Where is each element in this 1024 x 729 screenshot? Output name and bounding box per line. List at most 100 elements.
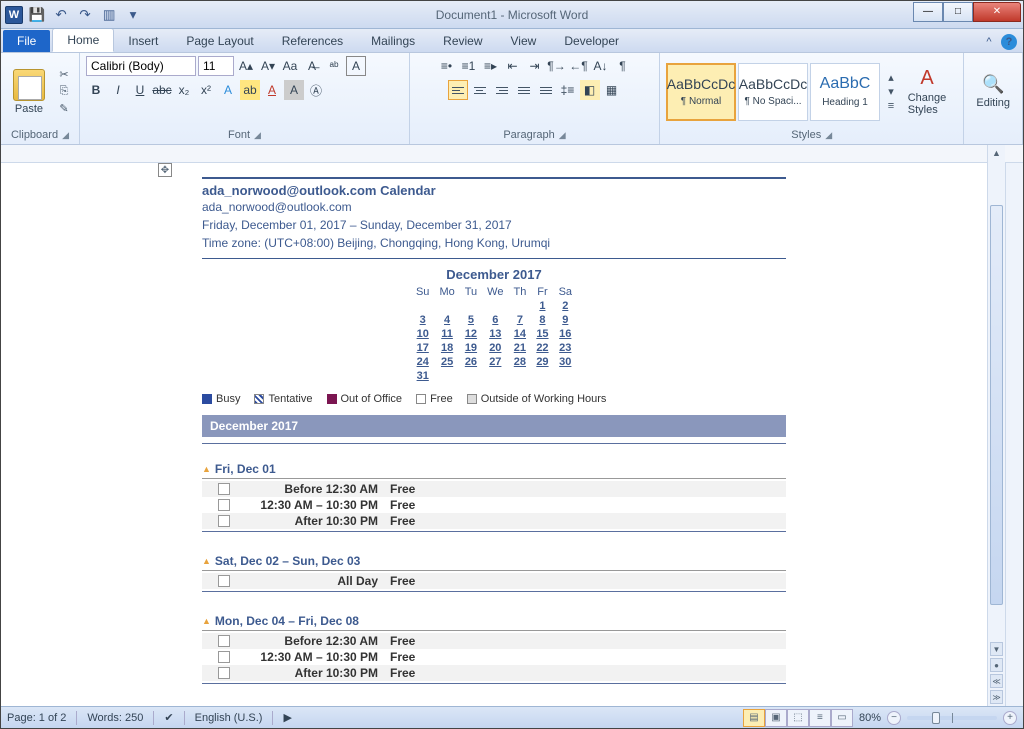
editing-button[interactable]: 🔍 Editing (970, 72, 1016, 111)
tab-page-layout[interactable]: Page Layout (172, 30, 267, 52)
change-styles-button[interactable]: A Change Styles (902, 65, 952, 118)
shading-icon[interactable]: ◧ (580, 80, 600, 100)
clear-formatting-icon[interactable]: A̶ (302, 56, 322, 76)
numbering-icon[interactable]: ≡1 (459, 56, 479, 76)
collapse-icon[interactable]: ▲ (202, 616, 211, 626)
zoom-in-button[interactable]: + (1003, 711, 1017, 725)
superscript-button[interactable]: x² (196, 80, 216, 100)
cal-day[interactable]: 16 (554, 327, 577, 341)
slot-checkbox[interactable] (218, 667, 230, 679)
align-justify-button[interactable] (514, 80, 534, 100)
word-count[interactable]: Words: 250 (87, 712, 143, 724)
collapse-icon[interactable]: ▲ (202, 464, 211, 474)
borders-icon[interactable]: ▦ (602, 80, 622, 100)
maximize-button[interactable]: □ (943, 2, 973, 22)
cal-day[interactable]: 14 (508, 327, 531, 341)
sort-icon[interactable]: A↓ (591, 56, 611, 76)
zoom-slider[interactable] (907, 716, 997, 720)
increase-indent-icon[interactable]: ⇥ (525, 56, 545, 76)
cal-day[interactable]: 7 (508, 313, 531, 327)
ltr-icon[interactable]: ¶→ (547, 56, 567, 76)
font-name-input[interactable] (86, 56, 196, 76)
tab-review[interactable]: Review (429, 30, 496, 52)
font-launcher-icon[interactable]: ◢ (254, 130, 261, 141)
bold-button[interactable]: B (86, 80, 106, 100)
cal-day[interactable]: 5 (460, 313, 482, 327)
web-layout-view[interactable]: ⬚ (787, 709, 809, 727)
cal-day[interactable]: 27 (482, 355, 508, 369)
cal-day[interactable]: 3 (411, 313, 434, 327)
slot-checkbox[interactable] (218, 651, 230, 663)
scroll-up-icon[interactable]: ▲ (988, 145, 1005, 161)
cal-day[interactable]: 12 (460, 327, 482, 341)
proofing-icon[interactable]: ✔ (164, 711, 173, 724)
cal-day[interactable]: 20 (482, 341, 508, 355)
enclose-char-icon[interactable]: Ⓐ (306, 80, 326, 100)
cal-day[interactable]: 26 (460, 355, 482, 369)
style-no-spacing[interactable]: AaBbCcDc¶ No Spaci... (738, 63, 808, 121)
style-normal[interactable]: AaBbCcDc¶ Normal (666, 63, 736, 121)
tab-view[interactable]: View (497, 30, 551, 52)
cal-day[interactable]: 19 (460, 341, 482, 355)
slot-checkbox[interactable] (218, 515, 230, 527)
styles-row-up-icon[interactable]: ▴ (882, 71, 900, 85)
cal-day[interactable]: 11 (434, 327, 459, 341)
text-effects-icon[interactable]: A (218, 80, 238, 100)
cal-day[interactable]: 25 (434, 355, 459, 369)
scroll-thumb[interactable] (990, 205, 1003, 605)
underline-button[interactable]: U (130, 80, 150, 100)
multilevel-list-icon[interactable]: ≡▸ (481, 56, 501, 76)
cal-day[interactable]: 29 (531, 355, 553, 369)
styles-expand-icon[interactable]: ≡ (882, 99, 900, 113)
italic-button[interactable]: I (108, 80, 128, 100)
highlight-icon[interactable]: ab (240, 80, 260, 100)
tab-file[interactable]: File (3, 30, 50, 52)
next-page-icon[interactable]: ≫ (990, 690, 1003, 704)
tab-mailings[interactable]: Mailings (357, 30, 429, 52)
copy-icon[interactable]: ⎘ (55, 85, 73, 99)
distributed-button[interactable] (536, 80, 556, 100)
cal-day[interactable]: 30 (554, 355, 577, 369)
scroll-down-icon[interactable]: ▼ (990, 642, 1003, 656)
collapse-icon[interactable]: ▲ (202, 556, 211, 566)
close-button[interactable]: ✕ (973, 2, 1021, 22)
align-left-button[interactable] (448, 80, 468, 100)
cal-day[interactable]: 18 (434, 341, 459, 355)
cal-day[interactable]: 24 (411, 355, 434, 369)
zoom-level[interactable]: 80% (859, 712, 881, 724)
horizontal-ruler[interactable] (1, 145, 1023, 163)
change-case-icon[interactable]: Aa (280, 56, 300, 76)
cal-day[interactable]: 17 (411, 341, 434, 355)
qat-btn[interactable]: ▥ (99, 5, 119, 25)
tab-references[interactable]: References (268, 30, 357, 52)
minimize-button[interactable]: — (913, 2, 943, 22)
phonetic-guide-icon[interactable]: ᵃᵇ (324, 56, 344, 76)
show-marks-icon[interactable]: ¶ (613, 56, 633, 76)
align-center-button[interactable] (470, 80, 490, 100)
paragraph-launcher-icon[interactable]: ◢ (559, 130, 566, 141)
tab-insert[interactable]: Insert (114, 30, 172, 52)
slot-checkbox[interactable] (218, 483, 230, 495)
qat-dropdown-icon[interactable]: ▾ (123, 5, 143, 25)
grow-font-icon[interactable]: A▴ (236, 56, 256, 76)
full-screen-view[interactable]: ▣ (765, 709, 787, 727)
cut-icon[interactable]: ✂ (55, 68, 73, 82)
cal-day[interactable]: 23 (554, 341, 577, 355)
style-heading1[interactable]: AaBbCHeading 1 (810, 63, 880, 121)
cal-day[interactable]: 10 (411, 327, 434, 341)
draft-view[interactable]: ▭ (831, 709, 853, 727)
subscript-button[interactable]: x₂ (174, 80, 194, 100)
table-move-handle[interactable]: ✥ (158, 163, 172, 177)
line-spacing-icon[interactable]: ‡≡ (558, 80, 578, 100)
shrink-font-icon[interactable]: A▾ (258, 56, 278, 76)
browse-object-icon[interactable]: ● (990, 658, 1003, 672)
redo-icon[interactable]: ↷ (75, 5, 95, 25)
undo-icon[interactable]: ↶ (51, 5, 71, 25)
language-status[interactable]: English (U.S.) (195, 712, 263, 724)
document-page[interactable]: ✥ ada_norwood@outlook.com Calendar ada_n… (174, 163, 814, 706)
paste-button[interactable]: Paste (7, 67, 51, 117)
save-icon[interactable]: 💾 (27, 5, 47, 25)
cal-day[interactable]: 31 (411, 369, 434, 383)
char-shading-icon[interactable]: A (284, 80, 304, 100)
rtl-icon[interactable]: ←¶ (569, 56, 589, 76)
